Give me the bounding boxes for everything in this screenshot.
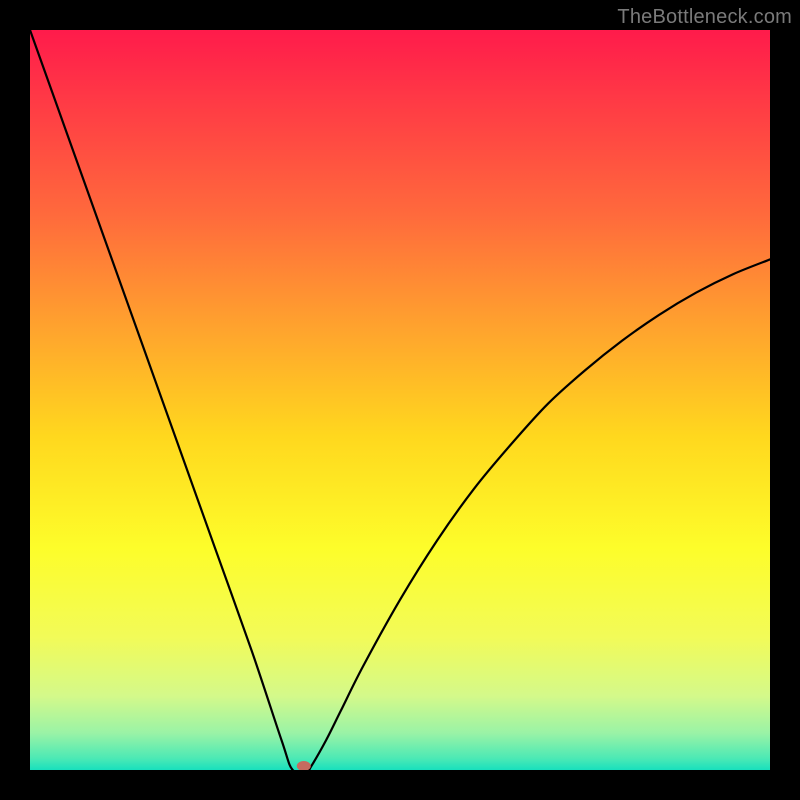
chart-frame: TheBottleneck.com	[0, 0, 800, 800]
gradient-background	[30, 30, 770, 770]
plot-area	[30, 30, 770, 770]
watermark-text: TheBottleneck.com	[617, 6, 792, 29]
bottleneck-curve-chart	[30, 30, 770, 770]
